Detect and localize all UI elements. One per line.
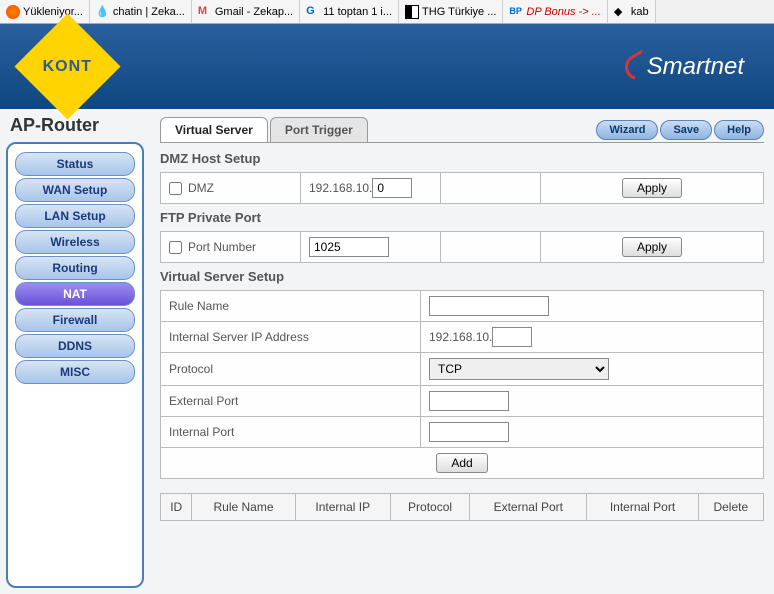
dmz-apply-button[interactable]: Apply: [622, 178, 682, 198]
save-button[interactable]: Save: [660, 120, 712, 140]
ftp-checkbox[interactable]: [169, 241, 182, 254]
top-action-buttons: Wizard Save Help: [596, 120, 764, 140]
col-internal-port: Internal Port: [587, 494, 698, 521]
tab-label: THG Türkiye ...: [422, 6, 496, 18]
vserver-table: Rule Name Internal Server IP Address 192…: [160, 290, 764, 479]
external-port-label: External Port: [161, 386, 421, 417]
col-rule-name: Rule Name: [192, 494, 295, 521]
browser-tab[interactable]: 💧chatin | Zeka...: [90, 0, 192, 23]
dmz-ip-input[interactable]: [372, 178, 412, 198]
content-area: Virtual Server Port Trigger Wizard Save …: [150, 109, 774, 594]
ftp-label: Port Number: [188, 240, 256, 254]
sidebar-item-wireless[interactable]: Wireless: [15, 230, 135, 254]
sidebar-title: AP-Router: [6, 115, 144, 136]
tab-virtual-server[interactable]: Virtual Server: [160, 117, 268, 142]
ftp-section-title: FTP Private Port: [160, 210, 764, 225]
browser-tab[interactable]: ◆kab: [608, 0, 656, 23]
vserver-section-title: Virtual Server Setup: [160, 269, 764, 284]
ftp-table: Port Number Apply: [160, 231, 764, 263]
kont-logo: KONT: [14, 13, 120, 119]
tab-port-trigger[interactable]: Port Trigger: [270, 117, 368, 142]
rule-name-input[interactable]: [429, 296, 549, 316]
sidebar-item-firewall[interactable]: Firewall: [15, 308, 135, 332]
bp-icon: BP: [509, 5, 523, 19]
sidebar-item-lan[interactable]: LAN Setup: [15, 204, 135, 228]
loading-icon: [6, 5, 20, 19]
site-icon: [405, 5, 419, 19]
ftp-apply-button[interactable]: Apply: [622, 237, 682, 257]
rule-name-label: Rule Name: [161, 291, 421, 322]
browser-tab[interactable]: G11 toptan 1 i...: [300, 0, 399, 23]
col-id: ID: [161, 494, 192, 521]
col-internal-ip: Internal IP: [295, 494, 390, 521]
tab-label: chatin | Zeka...: [113, 6, 185, 18]
internal-ip-label: Internal Server IP Address: [161, 322, 421, 353]
sidebar-item-routing[interactable]: Routing: [15, 256, 135, 280]
internal-port-input[interactable]: [429, 422, 509, 442]
help-button[interactable]: Help: [714, 120, 764, 140]
dmz-section-title: DMZ Host Setup: [160, 151, 764, 166]
dmz-checkbox[interactable]: [169, 182, 182, 195]
internal-ip-prefix: 192.168.10.: [429, 330, 492, 344]
internal-ip-input[interactable]: [492, 327, 532, 347]
sidebar-item-nat[interactable]: NAT: [15, 282, 135, 306]
ftp-port-input[interactable]: [309, 237, 389, 257]
sidebar-item-wan[interactable]: WAN Setup: [15, 178, 135, 202]
protocol-select[interactable]: TCP: [429, 358, 609, 380]
content-tabs: Virtual Server Port Trigger Wizard Save …: [160, 117, 764, 143]
tab-label: 11 toptan 1 i...: [323, 6, 392, 18]
col-external-port: External Port: [470, 494, 587, 521]
browser-tab[interactable]: THG Türkiye ...: [399, 0, 503, 23]
gmail-icon: [198, 5, 212, 19]
logo-text: KONT: [43, 57, 92, 75]
browser-tab[interactable]: Gmail - Zekap...: [192, 0, 300, 23]
external-port-input[interactable]: [429, 391, 509, 411]
dmz-ip-prefix: 192.168.10.: [309, 181, 372, 195]
main-layout: AP-Router Status WAN Setup LAN Setup Wir…: [0, 109, 774, 594]
add-button[interactable]: Add: [436, 453, 487, 473]
sidebar: AP-Router Status WAN Setup LAN Setup Wir…: [0, 109, 150, 594]
internal-port-label: Internal Port: [161, 417, 421, 448]
drupal-icon: 💧: [96, 5, 110, 19]
sidebar-item-misc[interactable]: MISC: [15, 360, 135, 384]
smartnet-logo: Smartnet: [625, 53, 744, 81]
tab-label: kab: [631, 6, 649, 18]
rules-table: ID Rule Name Internal IP Protocol Extern…: [160, 493, 764, 521]
tab-label: Yükleniyor...: [23, 6, 83, 18]
tab-label: DP Bonus -> ...: [526, 6, 601, 18]
dmz-table: DMZ 192.168.10. Apply: [160, 172, 764, 204]
sidebar-nav: Status WAN Setup LAN Setup Wireless Rout…: [6, 142, 144, 588]
col-delete: Delete: [698, 494, 763, 521]
header-banner: KONT Smartnet: [0, 24, 774, 109]
browser-tab[interactable]: Yükleniyor...: [0, 0, 90, 23]
col-protocol: Protocol: [390, 494, 469, 521]
dmz-label: DMZ: [188, 181, 214, 195]
tab-label: Gmail - Zekap...: [215, 6, 293, 18]
protocol-label: Protocol: [161, 353, 421, 386]
wizard-button[interactable]: Wizard: [596, 120, 658, 140]
browser-tabs: Yükleniyor... 💧chatin | Zeka... Gmail - …: [0, 0, 774, 24]
site-icon: ◆: [614, 5, 628, 19]
sidebar-item-status[interactable]: Status: [15, 152, 135, 176]
google-icon: G: [306, 5, 320, 19]
browser-tab[interactable]: BPDP Bonus -> ...: [503, 0, 608, 23]
sidebar-item-ddns[interactable]: DDNS: [15, 334, 135, 358]
